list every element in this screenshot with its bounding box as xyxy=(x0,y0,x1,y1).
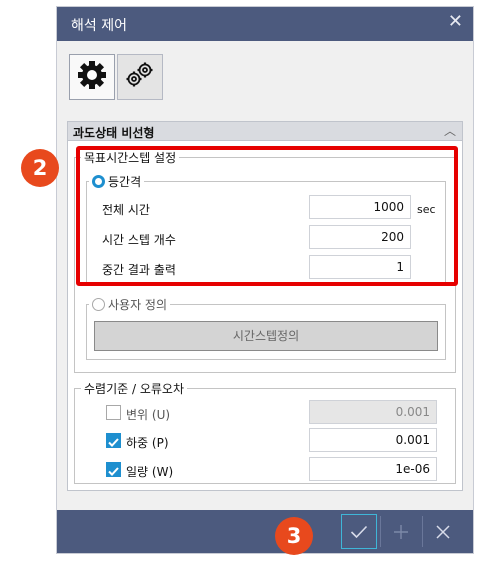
step-marker-3: 3 xyxy=(275,517,313,555)
title-bar: 해석 제어 ✕ xyxy=(57,7,473,41)
toolbar-gears-button[interactable] xyxy=(117,54,163,100)
displacement-field[interactable]: 0.001 xyxy=(309,400,437,424)
close-icon xyxy=(436,524,450,539)
user-defined-label: 사용자 정의 xyxy=(108,298,168,312)
panel-header[interactable]: 과도상태 비선형 ︿ xyxy=(68,122,462,141)
panel-title: 과도상태 비선형 xyxy=(73,126,155,140)
load-field[interactable]: 0.001 xyxy=(309,428,437,452)
highlight-box xyxy=(76,146,458,286)
chevron-up-icon[interactable]: ︿ xyxy=(444,122,456,139)
footer-separator xyxy=(422,516,423,547)
checkmark-icon xyxy=(108,438,119,447)
footer-bar xyxy=(57,510,473,553)
work-label: 일량 (W) xyxy=(126,465,174,479)
user-defined-radio[interactable] xyxy=(92,298,105,311)
work-field[interactable]: 1e-06 xyxy=(309,457,437,481)
checkmark-icon xyxy=(108,467,119,476)
load-label: 하중 (P) xyxy=(126,436,169,450)
plus-icon xyxy=(394,524,408,539)
check-icon xyxy=(350,525,368,538)
load-checkbox[interactable] xyxy=(106,433,121,448)
cancel-button[interactable] xyxy=(425,514,461,549)
footer-separator xyxy=(380,516,381,547)
dialog-title: 해석 제어 xyxy=(71,18,127,34)
gear-icon xyxy=(77,60,107,94)
step-marker-2: 2 xyxy=(21,149,59,187)
displacement-label: 변위 (U) xyxy=(126,408,171,422)
work-checkbox[interactable] xyxy=(106,462,121,477)
toolbar-gear-button[interactable] xyxy=(69,54,115,100)
define-time-steps-button[interactable]: 시간스텝정의 xyxy=(94,321,438,351)
add-button[interactable] xyxy=(383,514,419,549)
displacement-checkbox[interactable] xyxy=(106,405,121,420)
ok-button[interactable] xyxy=(341,514,377,549)
close-icon[interactable]: ✕ xyxy=(448,11,463,32)
gears-icon xyxy=(124,60,156,94)
convergence-legend: 수렴기준 / 오류오차 xyxy=(84,382,184,396)
user-defined-legend[interactable]: 사용자 정의 xyxy=(89,296,170,313)
